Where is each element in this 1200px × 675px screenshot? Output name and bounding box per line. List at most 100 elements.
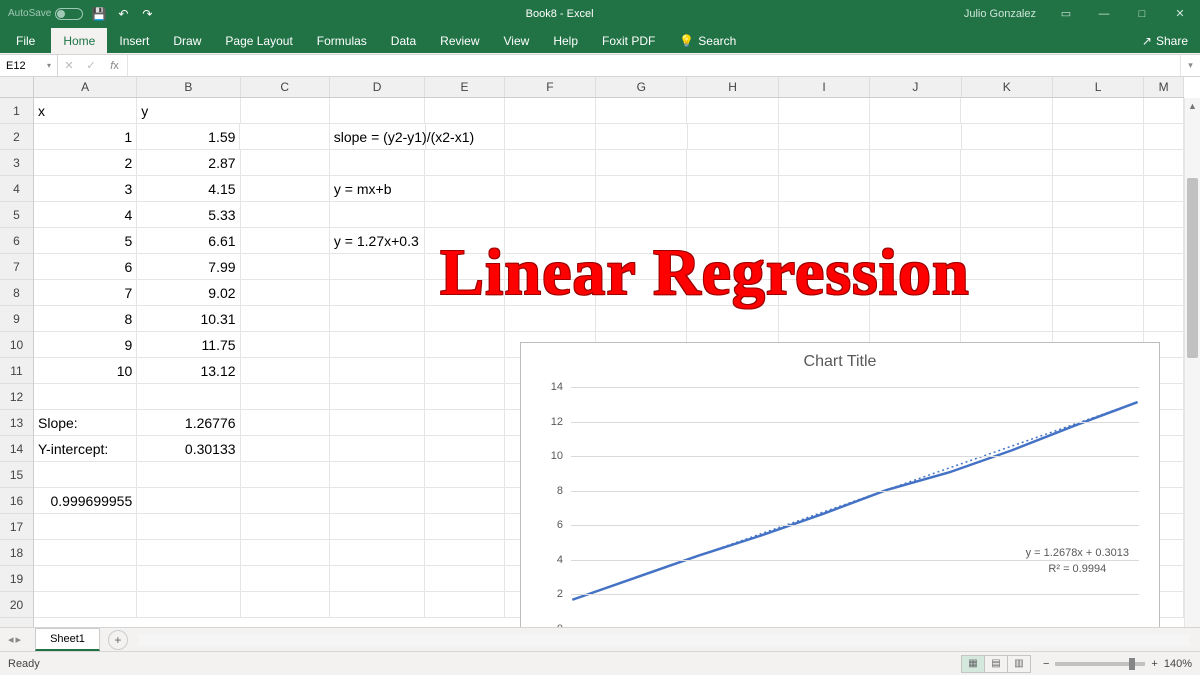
column-header[interactable]: K [962,77,1053,97]
zoom-in-button[interactable]: + [1151,658,1157,670]
cell[interactable] [241,228,330,253]
row-header[interactable]: 5 [0,202,33,228]
cell[interactable] [330,254,425,279]
cell[interactable] [505,124,596,149]
cell[interactable]: y [137,98,240,123]
cell[interactable] [241,280,330,305]
cell[interactable]: 13.12 [137,358,240,383]
cell[interactable] [687,254,778,279]
cell[interactable] [425,228,504,253]
cell[interactable] [779,98,870,123]
cell[interactable]: 5.33 [137,202,240,227]
cell[interactable] [425,592,504,617]
expand-formula-bar-icon[interactable]: ▾ [1180,55,1200,76]
cell[interactable] [779,306,870,331]
cell[interactable] [330,592,425,617]
cell[interactable] [1053,228,1144,253]
cell[interactable] [505,306,596,331]
tab-home[interactable]: Home [51,28,107,53]
zoom-level[interactable]: 140% [1164,658,1192,670]
row-header[interactable]: 17 [0,514,33,540]
cell[interactable]: 4.15 [137,176,240,201]
cell[interactable]: 7 [34,280,137,305]
cell[interactable] [1053,202,1144,227]
cell[interactable] [1144,150,1184,175]
row-header[interactable]: 12 [0,384,33,410]
row-header[interactable]: 6 [0,228,33,254]
tell-me-search[interactable]: 💡 Search [667,34,748,53]
cell[interactable] [425,462,504,487]
cell[interactable] [137,488,240,513]
row-header[interactable]: 18 [0,540,33,566]
cell[interactable] [241,488,330,513]
cell[interactable] [241,514,330,539]
cell[interactable] [241,540,330,565]
minimize-icon[interactable]: — [1088,0,1120,27]
name-box[interactable]: E12▾ [0,55,58,76]
column-header[interactable]: I [779,77,870,97]
cell[interactable]: 9 [34,332,137,357]
cell[interactable] [1144,254,1184,279]
cell[interactable] [596,280,687,305]
row-header[interactable]: 3 [0,150,33,176]
cell[interactable] [241,254,330,279]
cell[interactable] [425,254,504,279]
tab-formulas[interactable]: Formulas [305,28,379,53]
cell[interactable] [241,98,330,123]
cell[interactable] [687,306,778,331]
enter-formula-icon[interactable]: ✓ [80,55,102,76]
cell[interactable] [34,540,137,565]
cell[interactable] [1053,98,1144,123]
cell[interactable]: 0.30133 [137,436,240,461]
cell[interactable] [779,228,870,253]
cell[interactable] [241,462,330,487]
cell[interactable] [1053,124,1144,149]
cell[interactable] [425,410,504,435]
cell[interactable] [241,150,330,175]
select-all-corner[interactable] [0,77,34,98]
tab-file[interactable]: File [0,28,51,53]
row-header[interactable]: 10 [0,332,33,358]
autosave-toggle[interactable]: AutoSave [8,8,83,20]
cell[interactable] [779,150,870,175]
cell[interactable]: 1.59 [137,124,240,149]
cell[interactable] [241,306,330,331]
cell[interactable] [1144,280,1184,305]
cell[interactable] [962,124,1053,149]
cell[interactable]: 3 [34,176,137,201]
cell[interactable] [687,176,778,201]
cell[interactable] [425,488,504,513]
cell[interactable] [425,306,504,331]
cell[interactable] [961,228,1052,253]
cell[interactable] [241,202,330,227]
column-header[interactable]: E [425,77,504,97]
cell[interactable] [137,462,240,487]
cell[interactable] [870,306,961,331]
cell[interactable] [425,280,504,305]
cell[interactable] [425,384,504,409]
cell[interactable] [241,410,330,435]
cell[interactable] [1144,202,1184,227]
cell[interactable]: y = 1.27x+0.3 [330,228,425,253]
cell[interactable] [425,566,504,591]
row-header[interactable]: 11 [0,358,33,384]
column-header[interactable]: C [241,77,330,97]
cell[interactable] [425,358,504,383]
cell[interactable]: 10 [34,358,137,383]
tab-data[interactable]: Data [379,28,428,53]
cell[interactable] [330,306,425,331]
cell[interactable] [1144,124,1184,149]
cell[interactable] [779,202,870,227]
undo-icon[interactable]: ↶ [115,6,131,22]
cell[interactable] [687,202,778,227]
cell[interactable]: 1.26776 [137,410,240,435]
page-layout-view-icon[interactable]: ▤ [984,655,1008,673]
cell[interactable] [870,202,961,227]
cell[interactable] [137,566,240,591]
tab-page-layout[interactable]: Page Layout [213,28,304,53]
vertical-scrollbar[interactable]: ▲ ▼ [1184,98,1200,651]
cell[interactable] [34,514,137,539]
sheet-nav-prev-icon[interactable]: ◂ [8,633,14,646]
cell[interactable] [596,228,687,253]
row-header[interactable]: 19 [0,566,33,592]
